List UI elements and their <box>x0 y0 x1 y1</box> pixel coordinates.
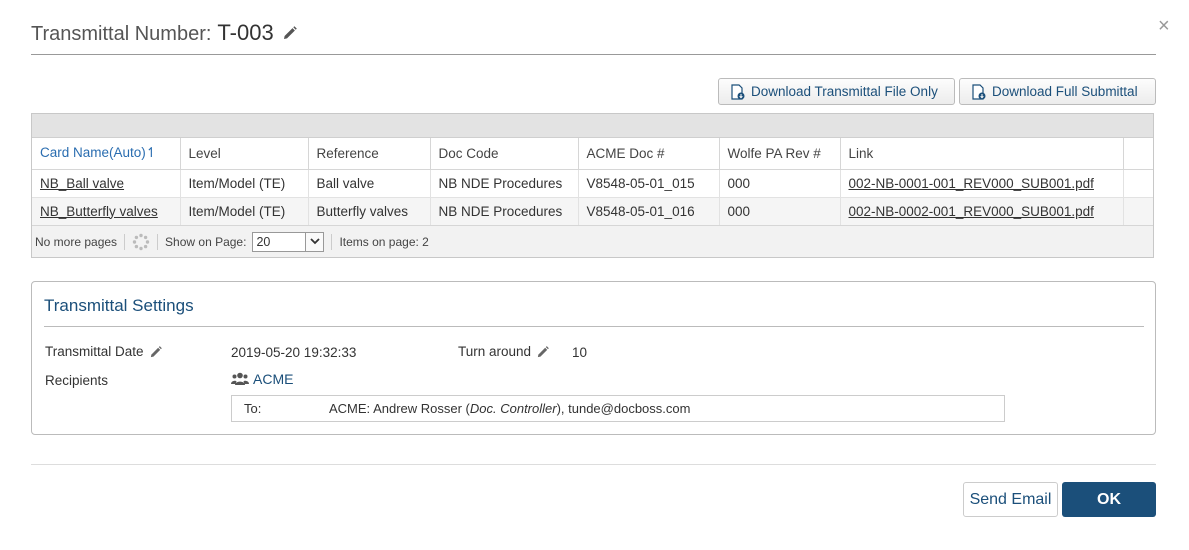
wolfe-rev-cell: 000 <box>719 169 841 198</box>
transmittal-number: T-003 <box>217 20 274 45</box>
to-recipient-email: ), tunde@docboss.com <box>556 401 691 416</box>
documents-grid: Card Name(Auto)↿ Level Reference Doc Cod… <box>31 113 1154 258</box>
recipient-group-name: ACME <box>253 371 294 387</box>
recipient-group[interactable]: ACME <box>231 371 293 387</box>
download-transmittal-file-button[interactable]: Download Transmittal File Only <box>718 78 955 105</box>
documents-table: Card Name(Auto)↿ Level Reference Doc Cod… <box>32 138 1153 226</box>
table-header-row: Card Name(Auto)↿ Level Reference Doc Cod… <box>32 138 1153 170</box>
link-cell: 002-NB-0001-001_REV000_SUB001.pdf <box>840 169 1124 198</box>
column-header-reference[interactable]: Reference <box>308 138 431 170</box>
turn-around-label-group: Turn around <box>458 344 549 359</box>
turn-around-label: Turn around <box>458 344 532 359</box>
chevron-down-icon[interactable] <box>305 232 324 251</box>
level-cell: Item/Model (TE) <box>180 169 309 198</box>
download-full-submittal-label: Download Full Submittal <box>992 84 1138 99</box>
pager: No more pages Show on Page: 20 Items on … <box>32 225 1153 257</box>
users-icon <box>231 372 249 385</box>
column-header-link[interactable]: Link <box>840 138 1124 170</box>
page-size-value: 20 <box>256 234 271 249</box>
table-row[interactable]: NB_Butterfly valves Item/Model (TE) Butt… <box>32 197 1153 226</box>
pager-separator <box>124 233 126 250</box>
download-transmittal-file-label: Download Transmittal File Only <box>751 84 938 99</box>
settings-divider <box>44 326 1144 327</box>
acme-doc-cell: V8548-05-01_016 <box>578 197 720 226</box>
wolfe-rev-cell: 000 <box>719 197 841 226</box>
card-name-link[interactable]: NB_Ball valve <box>40 176 124 191</box>
column-header-wolfe-rev[interactable]: Wolfe PA Rev # <box>719 138 841 170</box>
no-more-pages-text: No more pages <box>35 234 118 249</box>
to-field: To: ACME: Andrew Rosser (Doc. Controller… <box>231 395 1005 422</box>
show-on-page-label: Show on Page: <box>165 234 247 249</box>
file-link[interactable]: 002-NB-0001-001_REV000_SUB001.pdf <box>849 176 1094 191</box>
doc-code-cell: NB NDE Procedures <box>430 169 579 198</box>
link-cell: 002-NB-0002-001_REV000_SUB001.pdf <box>840 197 1124 226</box>
ok-button[interactable]: OK <box>1062 482 1156 517</box>
card-name-link[interactable]: NB_Butterfly valves <box>40 204 158 219</box>
acme-doc-cell: V8548-05-01_015 <box>578 169 720 198</box>
close-button[interactable]: × <box>1158 16 1170 36</box>
to-label: To: <box>244 401 262 416</box>
items-on-page-text: Items on page: 2 <box>339 234 429 249</box>
transmittal-settings-panel: Transmittal Settings Transmittal Date 20… <box>31 281 1156 435</box>
title-label: Transmittal Number: <box>31 23 212 45</box>
doc-code-cell: NB NDE Procedures <box>430 197 579 226</box>
download-full-submittal-button[interactable]: Download Full Submittal <box>959 78 1156 105</box>
file-link[interactable]: 002-NB-0002-001_REV000_SUB001.pdf <box>849 204 1094 219</box>
loading-spinner-icon <box>132 233 150 250</box>
grid-group-band <box>32 114 1153 138</box>
pencil-icon[interactable] <box>150 345 162 358</box>
table-row[interactable]: NB_Ball valve Item/Model (TE) Ball valve… <box>32 169 1153 198</box>
pager-separator <box>157 233 159 250</box>
pencil-icon[interactable] <box>283 26 297 44</box>
dialog-title: Transmittal Number: T-003 <box>31 20 1156 55</box>
card-name-cell: NB_Butterfly valves <box>32 197 181 226</box>
row-spacer <box>1123 197 1153 226</box>
reference-cell: Ball valve <box>308 169 431 198</box>
transmittal-date-value: 2019-05-20 19:32:33 <box>231 345 357 360</box>
column-header-card-name[interactable]: Card Name(Auto)↿ <box>32 138 181 170</box>
footer-divider <box>31 464 1156 465</box>
recipients-label: Recipients <box>45 373 109 388</box>
turn-around-value: 10 <box>572 345 588 360</box>
row-spacer <box>1123 169 1153 198</box>
column-header-acme-doc[interactable]: ACME Doc # <box>578 138 720 170</box>
pager-separator <box>331 233 333 250</box>
column-header-doc-code[interactable]: Doc Code <box>430 138 579 170</box>
card-name-cell: NB_Ball valve <box>32 169 181 198</box>
send-email-button[interactable]: Send Email <box>963 482 1058 517</box>
to-recipient-role: Doc. Controller <box>469 401 557 416</box>
transmittal-date-label: Transmittal Date <box>45 344 144 359</box>
pencil-icon[interactable] <box>537 345 549 358</box>
to-value: ACME: Andrew Rosser (Doc. Controller), t… <box>329 401 690 416</box>
column-header-level[interactable]: Level <box>180 138 309 170</box>
document-download-icon <box>972 83 986 100</box>
settings-title: Transmittal Settings <box>44 296 194 315</box>
column-header-spacer <box>1123 138 1153 170</box>
level-cell: Item/Model (TE) <box>180 197 309 226</box>
to-recipient-name: ACME: Andrew Rosser ( <box>329 401 470 416</box>
reference-cell: Butterfly valves <box>308 197 431 226</box>
page-size-select[interactable]: 20 <box>252 231 325 252</box>
document-download-icon <box>731 83 745 100</box>
transmittal-date-label-group: Transmittal Date <box>45 344 162 359</box>
